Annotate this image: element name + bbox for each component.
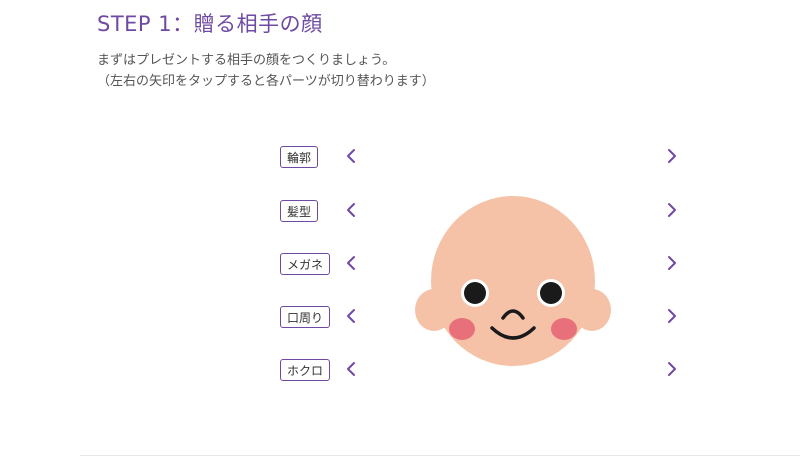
step-title: STEP 1：贈る相手の顔 [97, 12, 323, 36]
chevron-right-icon[interactable] [664, 357, 680, 381]
instructions-line-1: まずはプレゼントする相手の顔をつくりましょう。 [97, 53, 396, 68]
part-row-glasses: メガネ [0, 253, 800, 277]
part-row-outline: 輪郭 [0, 146, 800, 170]
chevron-left-icon[interactable] [343, 251, 359, 275]
part-row-mole: ホクロ [0, 359, 800, 383]
part-label-mole: ホクロ [280, 359, 331, 381]
chevron-left-icon[interactable] [343, 304, 359, 328]
part-row-hairstyle: 髪型 [0, 200, 800, 224]
part-label-glasses: メガネ [280, 253, 331, 275]
face-builder-page: STEP 1：贈る相手の顔 まずはプレゼントする相手の顔をつくりましょう。 （左… [0, 0, 800, 464]
part-label-outline: 輪郭 [280, 146, 319, 168]
instructions: まずはプレゼントする相手の顔をつくりましょう。 （左右の矢印をタップすると各パー… [97, 50, 435, 92]
left-eye [464, 282, 486, 304]
left-cheek [449, 318, 475, 340]
right-cheek [551, 318, 577, 340]
part-label-mouth: 口周り [280, 306, 331, 328]
chevron-right-icon[interactable] [664, 144, 680, 168]
chevron-right-icon[interactable] [664, 198, 680, 222]
face-preview [412, 196, 614, 368]
face-illustration [415, 196, 611, 366]
chevron-left-icon[interactable] [343, 198, 359, 222]
chevron-right-icon[interactable] [664, 304, 680, 328]
chevron-left-icon[interactable] [343, 357, 359, 381]
instructions-line-2: （左右の矢印をタップすると各パーツが切り替わります） [97, 74, 435, 89]
chevron-left-icon[interactable] [343, 144, 359, 168]
head [431, 196, 595, 366]
part-label-hairstyle: 髪型 [280, 200, 319, 222]
divider [80, 455, 800, 456]
part-row-mouth: 口周り [0, 306, 800, 330]
right-eye [540, 282, 562, 304]
chevron-right-icon[interactable] [664, 251, 680, 275]
